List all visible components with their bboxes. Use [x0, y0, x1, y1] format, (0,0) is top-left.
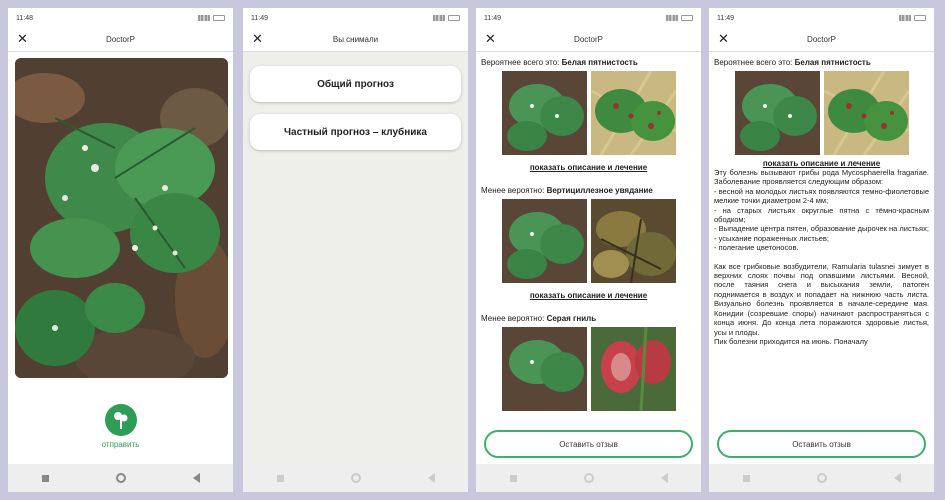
- status-icons: [198, 15, 225, 21]
- home-icon[interactable]: [115, 473, 126, 483]
- diagnosis-images: [481, 327, 696, 411]
- status-bar: 11:49: [476, 8, 701, 28]
- results-scroll[interactable]: Вероятнее всего это: Белая пятнистость п…: [476, 52, 701, 422]
- show-description-link[interactable]: показать описание и лечение: [481, 163, 696, 172]
- diagnosis-name: Белая пятнистость: [794, 58, 871, 67]
- reference-disease-photo: [823, 71, 909, 155]
- diagnosis-2: Менее вероятно: Вертициллезное увядание: [481, 186, 696, 195]
- recent-apps-icon[interactable]: [742, 474, 750, 482]
- diagnosis-3: Менее вероятно: Серая гниль: [481, 314, 696, 323]
- recent-apps-icon[interactable]: [509, 474, 517, 482]
- app-bar: ✕ DoctorP: [709, 28, 934, 52]
- battery-icon: [914, 15, 926, 21]
- phone-screen-capture: 11:48 ✕ DoctorP отправить: [8, 8, 233, 492]
- home-icon[interactable]: [350, 473, 361, 483]
- diagnosis-1: Вероятнее всего это: Белая пятнистость: [481, 58, 696, 67]
- android-nav-bar: [709, 464, 934, 492]
- battery-icon: [448, 15, 460, 21]
- strawberry-forecast-button[interactable]: Частный прогноз – клубника: [250, 114, 461, 150]
- close-icon[interactable]: ✕: [718, 31, 729, 47]
- send-photo-button[interactable]: [105, 404, 137, 436]
- desc-paragraph: - весной на молодых листьях появляются т…: [714, 186, 929, 206]
- android-nav-bar: [476, 464, 701, 492]
- diagnosis-images: [714, 71, 929, 155]
- status-time: 11:49: [484, 14, 501, 22]
- home-icon[interactable]: [583, 473, 594, 483]
- diagnosis-prefix: Менее вероятно:: [481, 186, 545, 195]
- general-forecast-button[interactable]: Общий прогноз: [250, 66, 461, 102]
- diagnosis-name: Вертициллезное увядание: [546, 186, 653, 195]
- signal-icon: [433, 15, 445, 21]
- back-icon[interactable]: [427, 473, 435, 483]
- app-title: DoctorP: [106, 35, 135, 44]
- user-photo-thumb: [734, 71, 820, 155]
- status-icons: [666, 15, 693, 21]
- battery-icon: [681, 15, 693, 21]
- phone-disease-description: 11:49 ✕ DoctorP Вероятнее всего это: Бел…: [709, 8, 934, 492]
- status-icons: [899, 15, 926, 21]
- captured-plant-photo: [15, 58, 228, 378]
- back-icon[interactable]: [660, 473, 668, 483]
- phone-diagnosis-results: 11:49 ✕ DoctorP Вероятнее всего это: Бел…: [476, 8, 701, 492]
- battery-icon: [213, 15, 225, 21]
- user-photo-thumb: [501, 327, 587, 411]
- status-time: 11:49: [717, 14, 734, 22]
- diagnosis-prefix: Вероятнее всего это:: [714, 58, 793, 67]
- send-label: отправить: [101, 440, 140, 449]
- android-nav-bar: [243, 464, 468, 492]
- app-title: DoctorP: [807, 35, 836, 44]
- signal-icon: [666, 15, 678, 21]
- status-time: 11:49: [251, 14, 268, 22]
- show-description-link[interactable]: показать описание и лечение: [481, 291, 696, 300]
- app-title: Вы снимали: [332, 35, 379, 44]
- diagnosis-images: [481, 199, 696, 283]
- phone-forecast-choice: 11:49 ✕ Вы снимали Общий прогноз Частный…: [243, 8, 468, 492]
- app-bar: ✕ DoctorP: [8, 28, 233, 52]
- user-photo-thumb: [501, 199, 587, 283]
- diagnosis-name: Серая гниль: [546, 314, 597, 323]
- close-icon[interactable]: ✕: [252, 31, 263, 47]
- status-icons: [433, 15, 460, 21]
- status-time: 11:48: [16, 14, 33, 22]
- disease-description: Эту болезнь вызывают грибы рода Mycospha…: [714, 168, 929, 346]
- android-nav-bar: [8, 464, 233, 492]
- diagnosis-prefix: Менее вероятно:: [481, 314, 545, 323]
- status-bar: 11:48: [8, 8, 233, 28]
- diagnosis-1: Вероятнее всего это: Белая пятнистость: [714, 58, 929, 67]
- status-bar: 11:49: [243, 8, 468, 28]
- status-bar: 11:49: [709, 8, 934, 28]
- diagnosis-prefix: Вероятнее всего это:: [481, 58, 560, 67]
- desc-paragraph: - усыхание пораженных листьев;: [714, 233, 829, 243]
- diagnosis-images: [481, 71, 696, 155]
- desc-paragraph: Как все грибковые возбудители, Ramularia…: [714, 261, 929, 337]
- reference-disease-photo: [590, 71, 676, 155]
- home-icon[interactable]: [816, 473, 827, 483]
- desc-paragraph: Пик болезни приходится на июнь. Поначалу: [714, 336, 868, 346]
- user-photo-thumb: [501, 71, 587, 155]
- reference-disease-photo: [590, 199, 676, 283]
- leave-feedback-button[interactable]: Оставить отзыв: [717, 430, 926, 458]
- description-scroll[interactable]: Вероятнее всего это: Белая пятнистость п…: [709, 52, 934, 422]
- app-title: DoctorP: [574, 35, 603, 44]
- desc-paragraph: - на старых листьях округлые пятна с тём…: [714, 205, 929, 225]
- signal-icon: [198, 15, 210, 21]
- app-bar: ✕ DoctorP: [476, 28, 701, 52]
- reference-disease-photo: [590, 327, 676, 411]
- recent-apps-icon[interactable]: [276, 474, 284, 482]
- plant-sprout-icon: [114, 412, 128, 429]
- back-icon[interactable]: [893, 473, 901, 483]
- show-description-link[interactable]: показать описание и лечение: [714, 159, 929, 168]
- close-icon[interactable]: ✕: [485, 31, 496, 47]
- desc-paragraph: - Выпадение центра пятен, образование ды…: [714, 224, 929, 234]
- leave-feedback-button[interactable]: Оставить отзыв: [484, 430, 693, 458]
- diagnosis-name: Белая пятнистость: [561, 58, 638, 67]
- forecast-options: Общий прогноз Частный прогноз – клубника: [243, 52, 468, 464]
- signal-icon: [899, 15, 911, 21]
- close-icon[interactable]: ✕: [17, 31, 28, 47]
- back-icon[interactable]: [192, 473, 200, 483]
- desc-paragraph: Эту болезнь вызывают грибы рода Mycospha…: [714, 168, 929, 187]
- app-bar: ✕ Вы снимали: [243, 28, 468, 52]
- recent-apps-icon[interactable]: [41, 474, 49, 482]
- desc-paragraph: - полегание цветоносов.: [714, 243, 799, 253]
